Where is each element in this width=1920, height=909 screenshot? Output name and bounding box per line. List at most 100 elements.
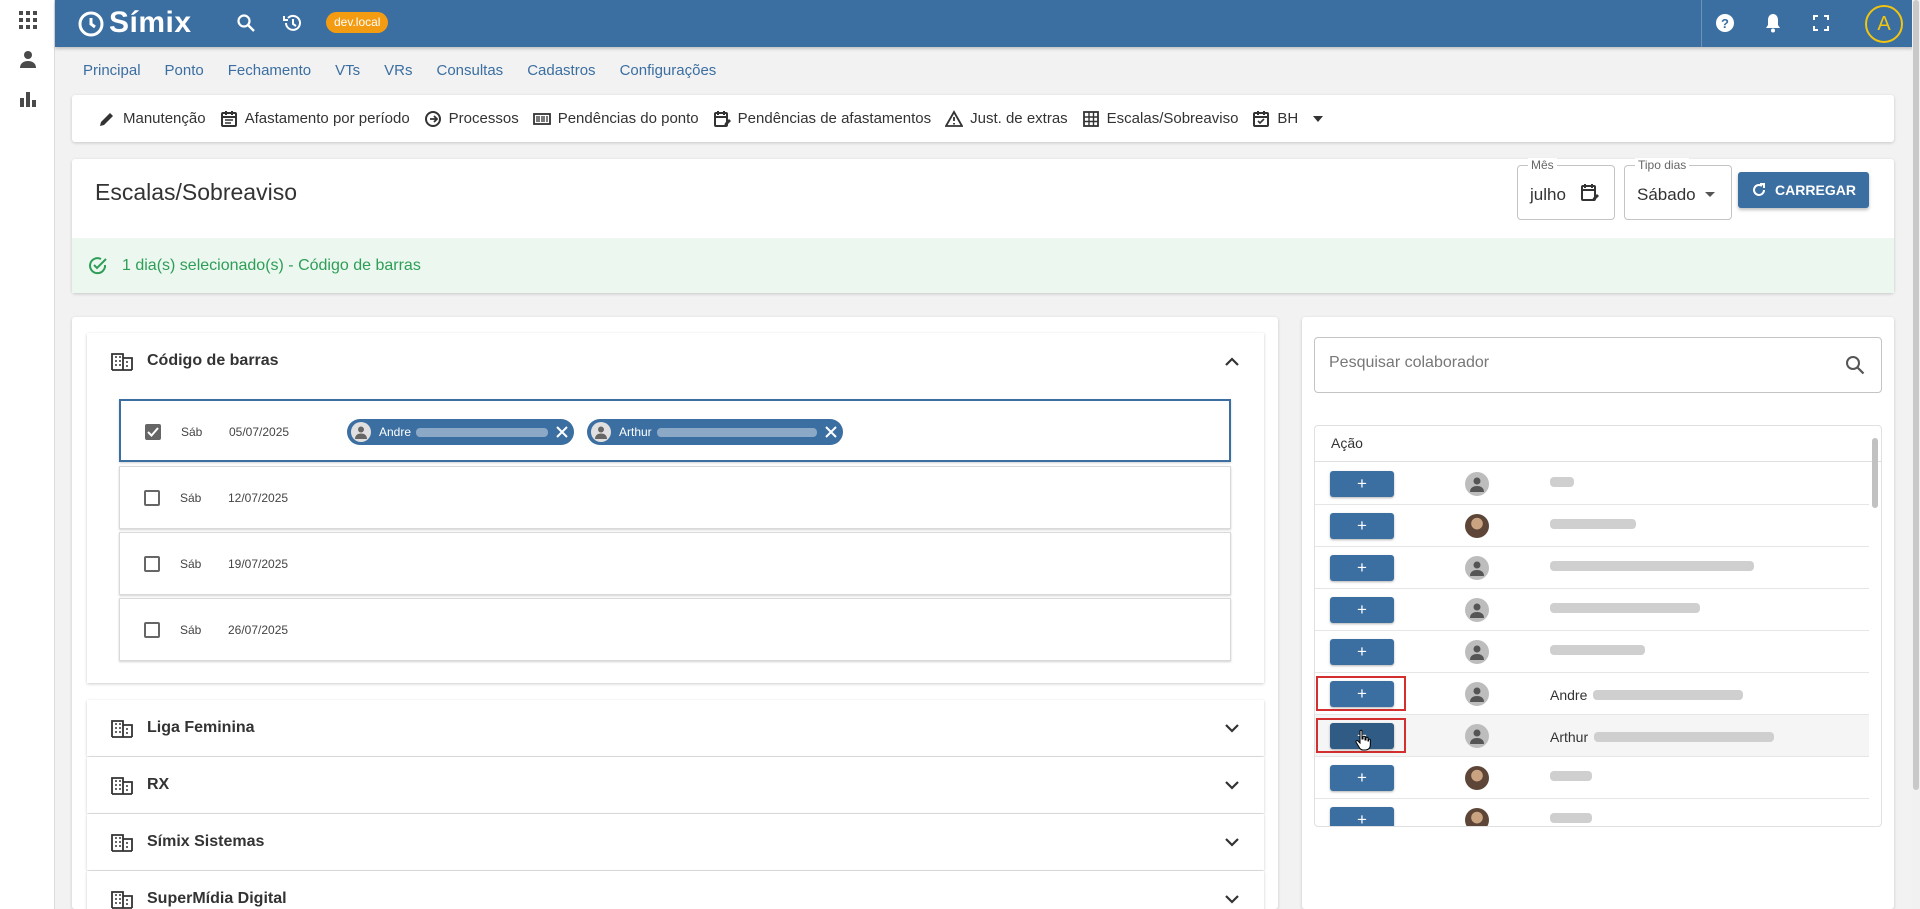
day-row[interactable]: Sáb 26/07/2025 — [119, 598, 1231, 661]
action-afastamento[interactable]: Afastamento por período — [220, 110, 410, 128]
building-icon — [111, 891, 133, 909]
close-icon[interactable] — [823, 424, 839, 440]
menu-item-consultas[interactable]: Consultas — [436, 62, 503, 79]
pencil-icon — [100, 112, 113, 126]
apps-grid-icon[interactable] — [18, 10, 38, 30]
group-header[interactable]: Código de barras — [87, 333, 1264, 389]
action-label: Pendências de afastamentos — [737, 110, 932, 127]
help-icon[interactable]: ? — [1714, 12, 1736, 34]
group-panel-simix-sistemas[interactable]: Símix Sistemas — [87, 814, 1264, 870]
add-collaborator-button[interactable]: + — [1330, 681, 1394, 707]
assigned-chip[interactable]: Arthur — [587, 419, 843, 445]
alert-text: 1 dia(s) selecionado(s) - Código de barr… — [122, 256, 421, 274]
menu-item-fechamento[interactable]: Fechamento — [228, 62, 311, 79]
chevron-down-icon[interactable] — [1222, 832, 1242, 852]
main-menu: Principal Ponto Fechamento VTs VRs Consu… — [83, 62, 716, 79]
day-of-week: Sáb — [180, 557, 202, 571]
close-icon[interactable] — [554, 424, 570, 440]
action-pendencias-afastamentos[interactable]: Pendências de afastamentos — [713, 110, 931, 128]
action-processos[interactable]: Processos — [424, 110, 519, 128]
refresh-icon — [1753, 183, 1766, 196]
calendar-check-icon — [1253, 110, 1270, 127]
action-manutencao[interactable]: Manutenção — [98, 110, 206, 128]
day-of-week: Sáb — [180, 491, 202, 505]
day-row[interactable]: Sáb 12/07/2025 — [119, 466, 1231, 529]
action-bh[interactable]: BH — [1252, 110, 1324, 128]
bell-icon[interactable] — [1762, 12, 1784, 34]
day-row[interactable]: Sáb 05/07/2025 Andre Arthur — [119, 399, 1231, 462]
assigned-chip[interactable]: Andre — [347, 419, 575, 445]
page-scrollbar[interactable] — [1912, 0, 1920, 909]
list-item: + — [1315, 757, 1869, 799]
day-checkbox[interactable] — [145, 424, 161, 440]
menu-item-principal[interactable]: Principal — [83, 62, 141, 79]
group-header[interactable]: SuperMídia Digital — [87, 871, 1264, 909]
action-pendencias-ponto[interactable]: Pendências do ponto — [532, 110, 699, 128]
load-button[interactable]: CARREGAR — [1738, 172, 1869, 208]
top-bar-divider — [1701, 0, 1702, 47]
group-title: Símix Sistemas — [147, 833, 265, 850]
list-item: + Arthur — [1315, 715, 1869, 757]
add-collaborator-button[interactable]: + — [1330, 513, 1394, 539]
day-of-week: Sáb — [180, 623, 202, 637]
add-collaborator-button[interactable]: + — [1330, 555, 1394, 581]
search-icon[interactable] — [1845, 355, 1865, 375]
day-checkbox[interactable] — [144, 556, 160, 572]
warning-icon — [945, 109, 964, 127]
list-scrollbar[interactable] — [1871, 428, 1879, 826]
menu-item-cadastros[interactable]: Cadastros — [527, 62, 595, 79]
month-value: julho — [1530, 185, 1566, 204]
left-rail — [0, 0, 55, 909]
add-collaborator-button[interactable]: + — [1330, 639, 1394, 665]
action-label: Manutenção — [123, 110, 206, 127]
month-field[interactable]: Mês julho — [1517, 158, 1615, 220]
day-checkbox[interactable] — [144, 622, 160, 638]
action-just-extras[interactable]: Just. de extras — [945, 109, 1068, 128]
day-row[interactable]: Sáb 19/07/2025 — [119, 532, 1231, 595]
add-collaborator-button[interactable]: + — [1330, 471, 1394, 497]
search-icon[interactable] — [235, 12, 257, 34]
action-label: Just. de extras — [970, 110, 1068, 127]
menu-item-ponto[interactable]: Ponto — [165, 62, 204, 79]
bar-chart-icon[interactable] — [18, 89, 38, 109]
search-input[interactable] — [1329, 354, 1809, 372]
list-item: + Andre — [1315, 673, 1869, 715]
menu-item-configuracoes[interactable]: Configurações — [620, 62, 717, 79]
group-title: Código de barras — [147, 352, 279, 369]
add-collaborator-button[interactable]: + — [1330, 597, 1394, 623]
chevron-up-icon[interactable] — [1222, 351, 1242, 371]
barcode-icon — [532, 112, 551, 125]
add-collaborator-button[interactable]: + — [1330, 807, 1394, 826]
group-header[interactable]: Símix Sistemas — [87, 814, 1264, 870]
app-logo[interactable]: Símix — [77, 6, 192, 40]
day-type-select[interactable]: Tipo dias Sábado — [1624, 158, 1732, 220]
chevron-down-icon[interactable] — [1222, 718, 1242, 738]
person-avatar-icon — [591, 422, 611, 442]
day-checkbox[interactable] — [144, 490, 160, 506]
chevron-down-icon[interactable] — [1222, 889, 1242, 909]
day-date: 26/07/2025 — [228, 623, 289, 637]
group-panel-liga-feminina[interactable]: Liga Feminina — [87, 700, 1264, 756]
group-panel-supermidia-digital[interactable]: SuperMídia Digital — [87, 871, 1264, 909]
calendar-edit-icon[interactable] — [1580, 183, 1600, 203]
person-icon[interactable] — [18, 49, 38, 69]
group-title: SuperMídia Digital — [147, 890, 287, 907]
group-panel-rx[interactable]: RX — [87, 757, 1264, 813]
user-avatar[interactable]: A — [1865, 5, 1903, 43]
group-header[interactable]: RX — [87, 757, 1264, 813]
menu-item-vrs[interactable]: VRs — [384, 62, 412, 79]
collaborator-name — [1550, 771, 1592, 781]
collaborator-name — [1550, 561, 1754, 571]
fullscreen-icon[interactable] — [1810, 12, 1832, 34]
collaborator-search[interactable] — [1314, 337, 1882, 393]
history-icon[interactable] — [281, 12, 303, 34]
chevron-down-icon[interactable] — [1222, 775, 1242, 795]
menu-item-vts[interactable]: VTs — [335, 62, 360, 79]
action-escalas[interactable]: Escalas/Sobreaviso — [1082, 110, 1238, 128]
group-header[interactable]: Liga Feminina — [87, 700, 1264, 756]
avatar — [1465, 808, 1489, 826]
add-collaborator-button[interactable]: + — [1330, 765, 1394, 791]
load-button-label: CARREGAR — [1775, 182, 1856, 198]
building-icon — [111, 720, 133, 738]
person-avatar-icon — [1465, 472, 1489, 496]
